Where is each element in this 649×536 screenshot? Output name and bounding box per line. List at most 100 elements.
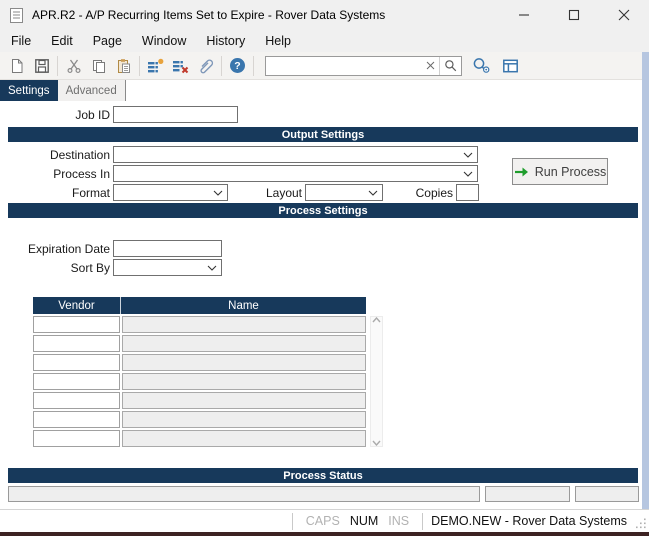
sort-by-select[interactable] xyxy=(113,259,222,276)
destination-select[interactable] xyxy=(113,146,478,163)
delete-detail-line-button[interactable] xyxy=(168,54,193,78)
help-button[interactable]: ? xyxy=(225,54,250,78)
svg-text:?: ? xyxy=(234,60,240,72)
vendor-cell-input[interactable] xyxy=(33,392,120,409)
panel-view-button[interactable] xyxy=(498,54,523,78)
menu-history[interactable]: History xyxy=(196,32,255,50)
menu-help[interactable]: Help xyxy=(255,32,301,50)
resize-grip[interactable] xyxy=(635,510,649,532)
name-cell-field xyxy=(122,316,366,333)
table-row xyxy=(33,392,366,409)
add-detail-line-button[interactable] xyxy=(143,54,168,78)
maximize-button[interactable] xyxy=(549,0,599,30)
toolbar-separator xyxy=(57,56,58,76)
tab-bar: Settings Advanced xyxy=(0,80,126,101)
job-id-label: Job ID xyxy=(0,108,110,122)
table-row xyxy=(33,335,366,352)
menu-edit[interactable]: Edit xyxy=(41,32,83,50)
name-cell-field xyxy=(122,373,366,390)
new-document-button[interactable] xyxy=(4,54,29,78)
toolbar-separator xyxy=(221,56,222,76)
connection-status: DEMO.NEW - Rover Data Systems xyxy=(431,514,627,528)
scroll-up-icon xyxy=(372,317,381,323)
app-window: APR.R2 - A/P Recurring Items Set to Expi… xyxy=(0,0,649,536)
process-in-select[interactable] xyxy=(113,165,478,182)
vendor-cell-input[interactable] xyxy=(33,354,120,371)
caps-indicator: CAPS xyxy=(306,514,340,528)
help-icon: ? xyxy=(229,57,246,74)
cut-button[interactable] xyxy=(61,54,86,78)
process-status-message-field xyxy=(8,486,480,502)
chevron-down-icon xyxy=(207,265,217,271)
save-button[interactable] xyxy=(29,54,54,78)
toolbar-separator xyxy=(139,56,140,76)
maximize-icon xyxy=(568,9,580,21)
sort-by-label: Sort By xyxy=(0,261,110,275)
output-settings-header: Output Settings xyxy=(8,127,638,142)
expiration-date-label: Expiration Date xyxy=(0,242,110,256)
name-cell-field xyxy=(122,335,366,352)
name-column-header: Name xyxy=(121,297,366,314)
layout-label: Layout xyxy=(228,186,302,200)
search-box xyxy=(265,56,462,76)
vendor-cell-input[interactable] xyxy=(33,373,120,390)
vendor-cell-input[interactable] xyxy=(33,335,120,352)
tab-advanced[interactable]: Advanced xyxy=(58,80,126,101)
process-in-row: Process In xyxy=(0,165,478,182)
search-button[interactable] xyxy=(439,57,461,75)
run-process-label: Run Process xyxy=(535,165,607,179)
name-cell-field xyxy=(122,392,366,409)
toolbar: ? xyxy=(0,52,649,80)
expiration-date-input[interactable] xyxy=(113,240,222,257)
table-row xyxy=(33,316,366,333)
app-icon xyxy=(9,7,24,24)
menu-page[interactable]: Page xyxy=(83,32,132,50)
process-status-header: Process Status xyxy=(8,468,638,483)
window-title: APR.R2 - A/P Recurring Items Set to Expi… xyxy=(32,8,385,22)
copy-icon xyxy=(91,58,107,74)
vendor-table-rows xyxy=(33,316,366,449)
expiration-date-row: Expiration Date xyxy=(0,240,222,257)
table-row xyxy=(33,430,366,447)
menu-file[interactable]: File xyxy=(1,32,41,50)
table-row xyxy=(33,354,366,371)
search-preview-button[interactable] xyxy=(469,54,494,78)
title-bar: APR.R2 - A/P Recurring Items Set to Expi… xyxy=(0,0,649,30)
minimize-button[interactable] xyxy=(499,0,549,30)
chevron-down-icon xyxy=(213,190,223,196)
attachments-button[interactable] xyxy=(193,54,218,78)
run-process-button[interactable]: Run Process xyxy=(512,158,608,185)
name-cell-field xyxy=(122,411,366,428)
panel-view-icon xyxy=(502,58,519,74)
close-button[interactable] xyxy=(599,0,649,30)
layout-select[interactable] xyxy=(305,184,383,201)
run-arrow-icon xyxy=(514,166,529,178)
vendor-cell-input[interactable] xyxy=(33,411,120,428)
vendor-cell-input[interactable] xyxy=(33,430,120,447)
paste-icon xyxy=(116,58,132,74)
menu-window[interactable]: Window xyxy=(132,32,196,50)
delete-detail-line-icon xyxy=(172,58,189,74)
window-frame-edge xyxy=(642,52,649,509)
attachments-icon xyxy=(197,57,214,74)
copies-input[interactable] xyxy=(456,184,479,201)
vendor-column-header: Vendor xyxy=(33,297,120,314)
resize-grip-icon xyxy=(636,518,647,529)
vendor-cell-input[interactable] xyxy=(33,316,120,333)
search-input[interactable] xyxy=(266,58,422,74)
tab-settings[interactable]: Settings xyxy=(0,80,58,101)
clear-search-button[interactable] xyxy=(422,57,439,75)
job-id-row: Job ID xyxy=(0,106,238,123)
paste-button[interactable] xyxy=(111,54,136,78)
close-icon xyxy=(618,9,630,21)
format-select[interactable] xyxy=(113,184,228,201)
cut-icon xyxy=(66,58,82,74)
ins-indicator: INS xyxy=(388,514,409,528)
process-status-field-2 xyxy=(485,486,570,502)
job-id-input[interactable] xyxy=(113,106,238,123)
table-scrollbar[interactable] xyxy=(370,316,383,447)
add-detail-line-icon xyxy=(147,58,164,74)
copy-button[interactable] xyxy=(86,54,111,78)
scroll-down-icon xyxy=(372,440,381,446)
destination-label: Destination xyxy=(0,148,110,162)
